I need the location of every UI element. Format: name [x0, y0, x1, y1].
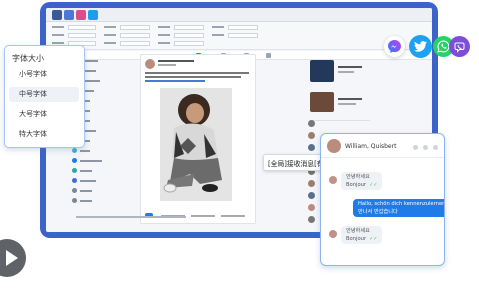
- ad-thumbnail[interactable]: [310, 60, 334, 82]
- chat-contact-name: William, Quisbert: [345, 143, 397, 150]
- twitter-icon[interactable]: [409, 35, 432, 58]
- read-check-icon: ✓✓: [369, 236, 378, 242]
- viber-icon[interactable]: [449, 36, 470, 57]
- message-bubble-outgoing: Hallo, schön dich kennenzulernen 만나서 반갑습…: [353, 199, 444, 217]
- contacts-strip: [306, 120, 318, 228]
- post-photo[interactable]: [160, 88, 232, 201]
- app-title-bar: [46, 8, 432, 22]
- read-check-icon: ✓✓: [369, 182, 378, 188]
- font-option-large[interactable]: 大号字体: [9, 107, 79, 122]
- font-menu-title: 字体大小: [12, 54, 44, 63]
- chat-window: William, Quisbert 안녕하세요 Bonjour ✓✓ Hallo,…: [320, 133, 445, 266]
- play-button[interactable]: [0, 239, 26, 277]
- message-bubble-incoming: 안녕하세요 Bonjour ✓✓: [341, 226, 383, 244]
- avatar: [329, 230, 337, 238]
- facebook-icon[interactable]: [52, 10, 62, 20]
- video-icon[interactable]: [423, 145, 428, 150]
- bottom-links: [72, 215, 262, 220]
- instagram-icon[interactable]: [76, 10, 86, 20]
- font-option-medium[interactable]: 中号字体: [9, 87, 79, 102]
- author-avatar[interactable]: [145, 59, 155, 69]
- settings-grid: [46, 22, 432, 50]
- avatar: [329, 176, 337, 184]
- screenshot-stage: { "font_menu": { "title": "字体大小", "optio…: [0, 0, 479, 289]
- font-size-menu: 字体大小 小号字体 中号字体 大号字体 特大字体: [4, 45, 85, 148]
- call-icon[interactable]: [413, 145, 418, 150]
- messenger-icon[interactable]: [64, 10, 74, 20]
- font-option-xlarge[interactable]: 特大字体: [9, 127, 79, 142]
- more-icon[interactable]: [433, 145, 438, 150]
- font-option-small[interactable]: 小号字体: [9, 67, 79, 82]
- telegram-icon[interactable]: [88, 10, 98, 20]
- ad-thumbnail[interactable]: [310, 92, 334, 112]
- play-icon: [6, 250, 18, 266]
- message-bubble-incoming: 안녕하세요 Bonjour ✓✓: [341, 172, 383, 190]
- chat-header: William, Quisbert: [321, 134, 444, 158]
- avatar[interactable]: [327, 139, 341, 153]
- messenger-icon[interactable]: [384, 36, 405, 57]
